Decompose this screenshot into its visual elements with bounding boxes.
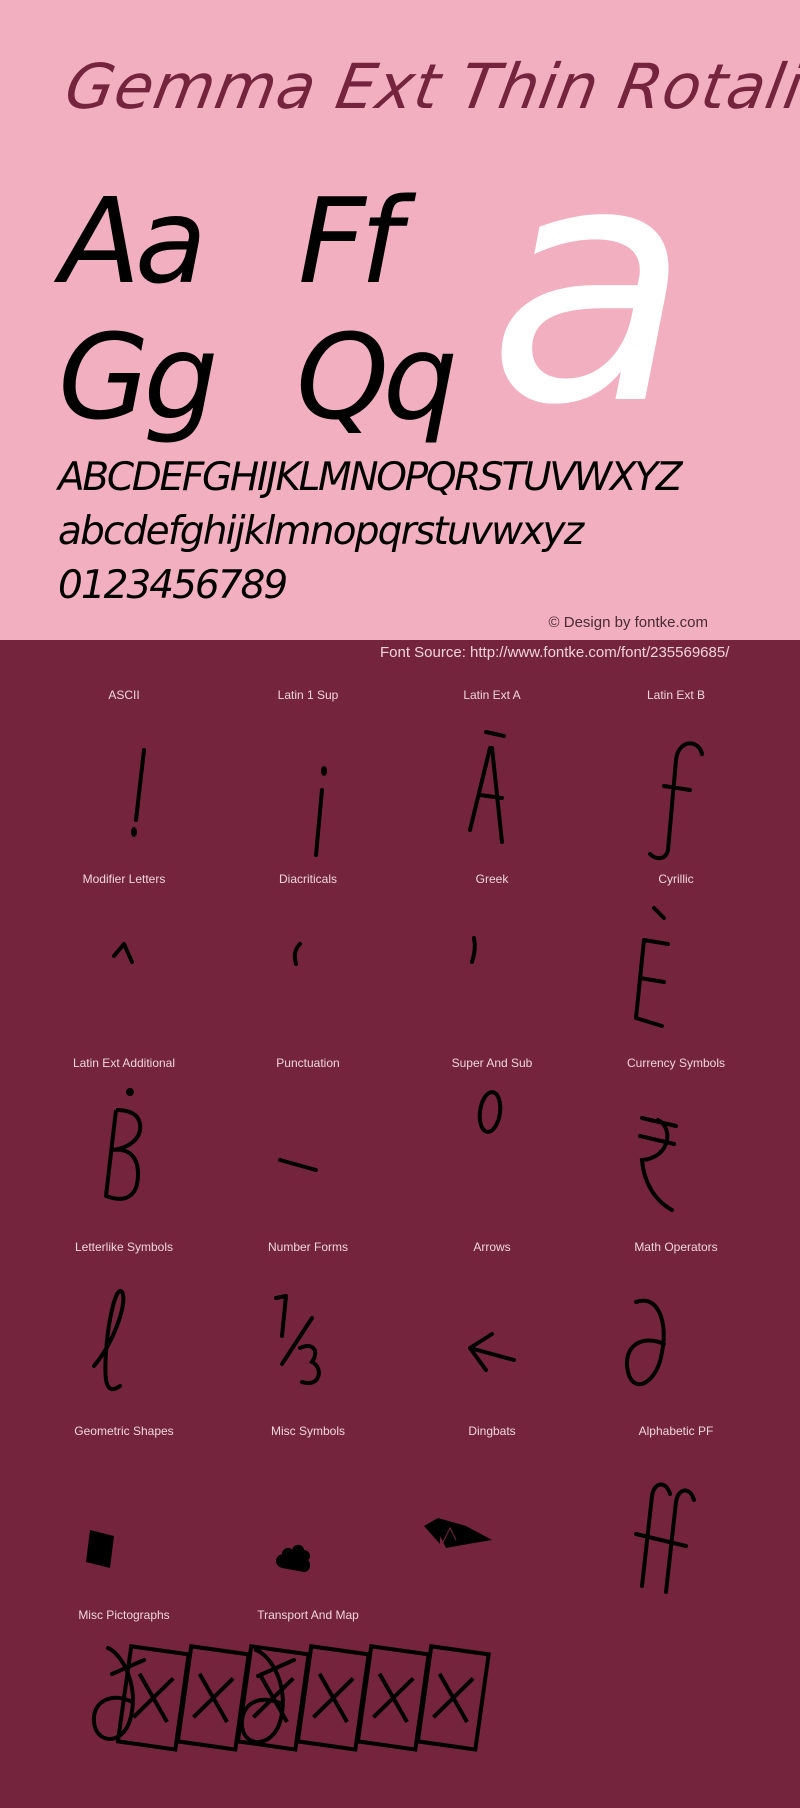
unicode-block-punctuation: Punctuation <box>216 1048 400 1232</box>
digits-sample: 0123456789 <box>58 563 288 608</box>
block-label: Latin 1 Sup <box>277 688 339 702</box>
unicode-block-diacriticals: Diacriticals <box>216 864 400 1048</box>
block-sample-glyph <box>400 894 584 1044</box>
block-sample-glyph <box>400 710 584 860</box>
block-label: Transport And Map <box>257 1608 359 1622</box>
block-label: Currency Symbols <box>626 1056 726 1070</box>
block-sample-glyph <box>32 894 216 1044</box>
glyph-pair-aa: Aa <box>60 172 207 310</box>
tofu-box <box>415 1644 491 1752</box>
block-sample-glyph <box>584 1078 768 1228</box>
block-sample-glyph <box>584 1446 768 1596</box>
block-sample-glyph <box>584 894 768 1044</box>
block-label: Math Operators <box>634 1240 718 1254</box>
unicode-block-letterlike-symbols: Letterlike Symbols <box>32 1232 216 1416</box>
block-sample-glyph <box>400 1078 584 1228</box>
unicode-block-modifier-letters: Modifier Letters <box>32 864 216 1048</box>
block-label: Super And Sub <box>451 1056 533 1070</box>
unicode-block-latin-ext-b: Latin Ext B <box>584 680 768 864</box>
glyph-pair-qq: Qq <box>296 308 458 446</box>
block-label: Letterlike Symbols <box>74 1240 174 1254</box>
design-credit: © Design by fontke.com <box>548 614 708 631</box>
glyph-pair-gg: Gg <box>58 308 218 446</box>
block-sample-glyph <box>584 1262 768 1412</box>
block-label: Modifier Letters <box>82 872 166 886</box>
block-label: Punctuation <box>276 1056 340 1070</box>
hero-glyph: a <box>488 93 691 477</box>
block-label: Misc Symbols <box>270 1424 345 1438</box>
block-sample-glyph <box>32 710 216 860</box>
unicode-block-number-forms: Number Forms <box>216 1232 400 1416</box>
block-sample-glyph <box>400 1446 584 1596</box>
unicode-block-arrows: Arrows <box>400 1232 584 1416</box>
tofu-glyph-row <box>0 1630 560 1784</box>
block-sample-glyph <box>32 1262 216 1412</box>
block-label: Alphabetic PF <box>638 1424 714 1438</box>
unicode-block-currency-symbols: Currency Symbols <box>584 1048 768 1232</box>
unicode-block-math-operators: Math Operators <box>584 1232 768 1416</box>
block-label: Diacriticals <box>278 872 337 886</box>
block-label: Dingbats <box>468 1424 516 1438</box>
block-sample-glyph <box>216 1446 400 1596</box>
block-sample-glyph <box>216 1078 400 1228</box>
unicode-block-geometric-shapes: Geometric Shapes <box>32 1416 216 1600</box>
block-label: Misc Pictographs <box>78 1608 170 1622</box>
block-label: Cyrillic <box>658 872 694 886</box>
block-label: Geometric Shapes <box>74 1424 174 1438</box>
unicode-block-latin-ext-a: Latin Ext A <box>400 680 584 864</box>
block-sample-glyph <box>32 1446 216 1596</box>
block-label: Number Forms <box>267 1240 348 1254</box>
block-sample-glyph <box>32 1078 216 1228</box>
unicode-block-cyrillic: Cyrillic <box>584 864 768 1048</box>
unicode-block-misc-symbols: Misc Symbols <box>216 1416 400 1600</box>
block-sample-glyph <box>216 894 400 1044</box>
unicode-block-alphabetic-pf: Alphabetic PF <box>584 1416 768 1600</box>
specimen-panel: Gemma Ext Thin Rotalic Aa Ff Gg Qq a ABC… <box>0 0 800 640</box>
font-source-link[interactable]: Font Source: http://www.fontke.com/font/… <box>380 644 729 661</box>
block-label: Arrows <box>473 1240 511 1254</box>
block-sample-glyph <box>584 710 768 861</box>
lowercase-sample: abcdefghijklmnopqrstuvwxyz <box>58 509 584 554</box>
unicode-block-latin-1-sup: Latin 1 Sup <box>216 680 400 864</box>
block-sample-glyph <box>216 710 400 860</box>
block-sample-glyph <box>216 1262 400 1412</box>
block-label: Latin Ext Additional <box>72 1056 176 1070</box>
block-sample-glyph <box>400 1262 584 1412</box>
unicode-block-greek: Greek <box>400 864 584 1048</box>
glyph-pair-ff: Ff <box>298 172 401 310</box>
uppercase-sample: ABCDEFGHIJKLMNOPQRSTUVWXYZ <box>58 455 683 500</box>
unicode-block-dingbats: Dingbats <box>400 1416 584 1600</box>
unicode-block-ascii: ASCII <box>32 680 216 864</box>
unicode-block-super-and-sub: Super And Sub <box>400 1048 584 1232</box>
unicode-block-latin-ext-additional: Latin Ext Additional <box>32 1048 216 1232</box>
block-label: Latin Ext A <box>463 688 521 702</box>
block-label: ASCII <box>108 688 140 702</box>
block-label: Greek <box>475 872 509 886</box>
block-label: Latin Ext B <box>646 688 706 702</box>
